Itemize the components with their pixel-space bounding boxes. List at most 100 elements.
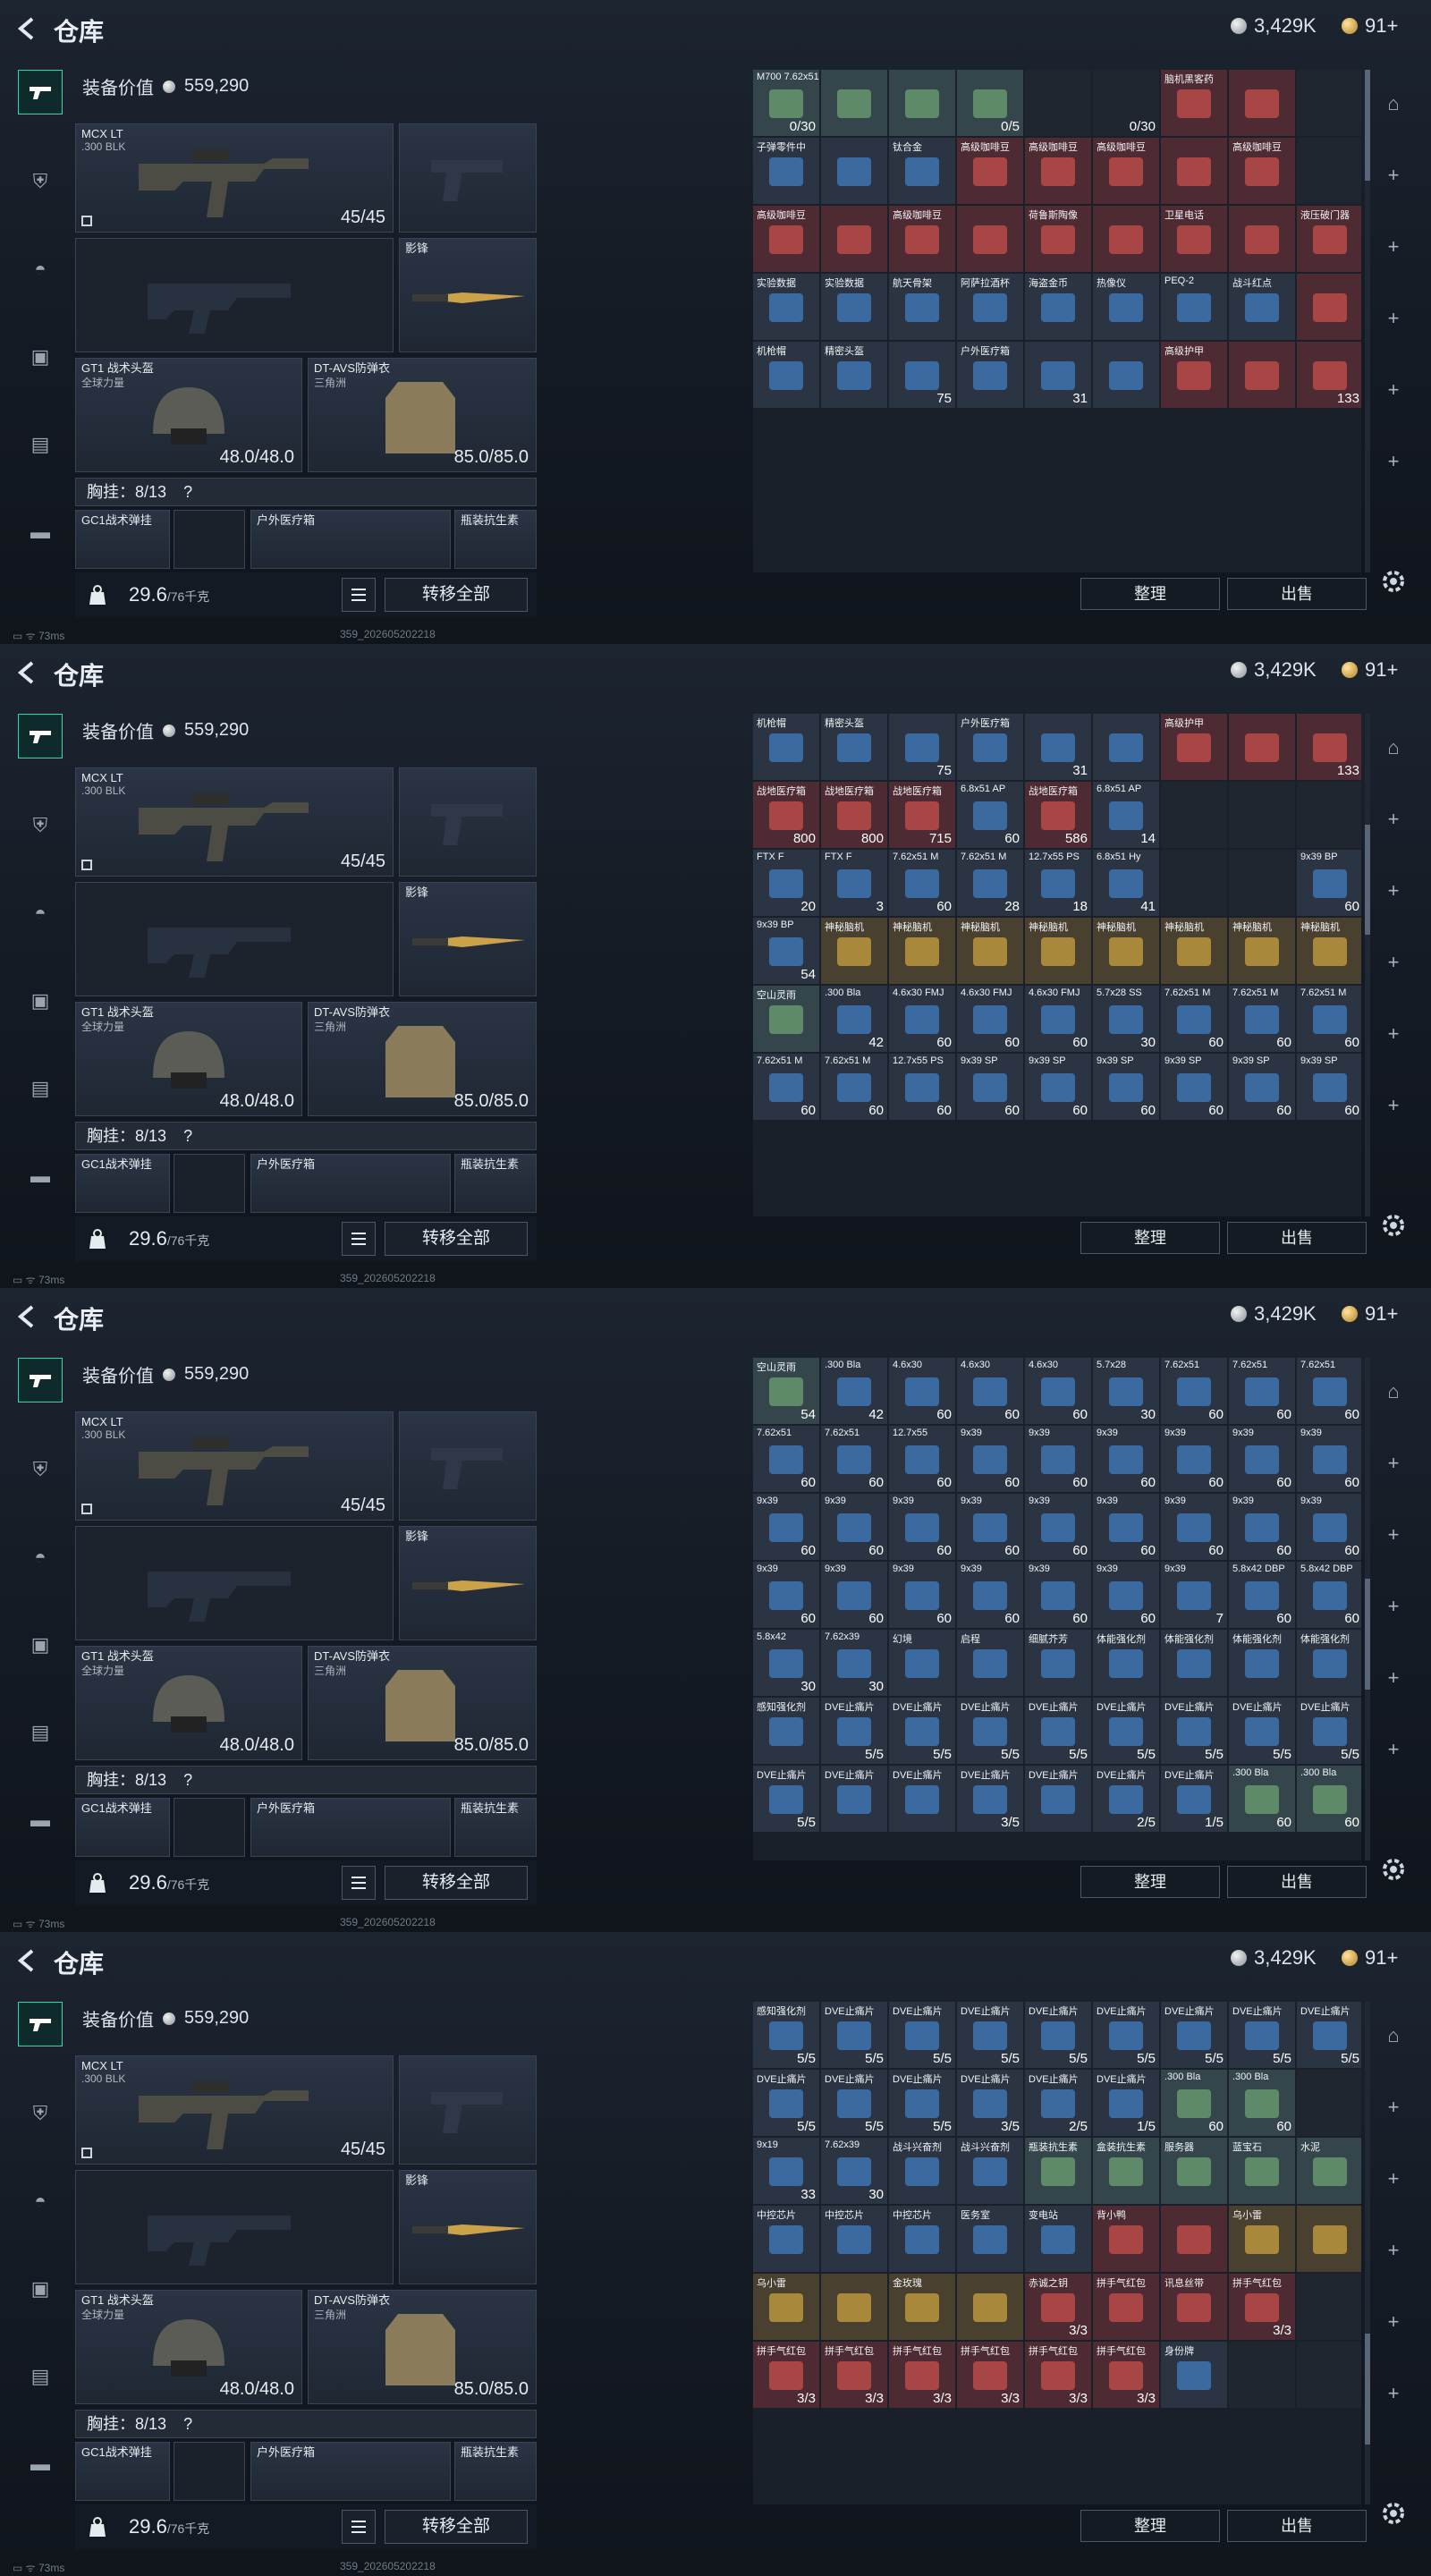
inventory-item[interactable]: 拼手气红包 3/3 bbox=[1025, 2342, 1091, 2408]
back-arrow-icon[interactable] bbox=[13, 1946, 41, 1975]
inventory-item[interactable]: 9x39 SP 60 bbox=[957, 1054, 1023, 1120]
inventory-item[interactable] bbox=[1229, 850, 1295, 916]
help-icon[interactable]: ? bbox=[183, 1771, 192, 1789]
tab-backpack[interactable]: ▣ bbox=[18, 2267, 63, 2311]
inventory-item[interactable]: 空山灵雨 bbox=[753, 986, 819, 1052]
transfer-all-button[interactable]: 转移全部 bbox=[385, 2510, 528, 2544]
inventory-item[interactable]: 瓶装抗生素 bbox=[1025, 2138, 1091, 2204]
rig-slot-3[interactable]: 瓶装抗生素 bbox=[454, 1154, 537, 1213]
inventory-item[interactable]: 9x39 60 bbox=[1093, 1426, 1159, 1492]
warehouse-grid[interactable]: 感知强化剂 5/5 DVE止痛片 5/5 DVE止痛片 5/5 DVE止痛片 5/5 DVE止痛… bbox=[753, 2002, 1361, 2504]
inventory-item[interactable]: 7.62x51 M 28 bbox=[957, 850, 1023, 916]
inventory-item[interactable]: 神秘脑机 bbox=[889, 918, 955, 984]
inventory-item[interactable]: DVE止痛片 5/5 bbox=[1297, 1698, 1361, 1764]
inventory-item[interactable]: 拼手气红包 3/3 bbox=[957, 2342, 1023, 2408]
sort-button[interactable]: 整理 bbox=[1080, 578, 1220, 610]
inventory-item[interactable]: .300 Bla 42 bbox=[821, 1358, 887, 1424]
melee-slot[interactable]: 影锋 bbox=[399, 1526, 537, 1640]
inventory-item[interactable] bbox=[1161, 782, 1227, 848]
sort-button[interactable]: 整理 bbox=[1080, 1866, 1220, 1898]
inventory-item[interactable]: 75 bbox=[889, 342, 955, 408]
inventory-item[interactable]: DVE止痛片 2/5 bbox=[1093, 1766, 1159, 1832]
inventory-item[interactable]: 中控芯片 bbox=[753, 2206, 819, 2272]
inventory-item[interactable] bbox=[1093, 206, 1159, 272]
inventory-item[interactable]: 9x39 60 bbox=[1297, 1494, 1361, 1560]
inventory-item[interactable]: 高级护甲 bbox=[1161, 714, 1227, 780]
rig-slot-1[interactable]: GC1战术弹挂 bbox=[75, 2442, 170, 2501]
inventory-item[interactable]: 9x39 60 bbox=[1297, 1426, 1361, 1492]
warehouse-tab-icon[interactable]: ⌂ bbox=[1376, 1374, 1411, 1410]
rig-slot-2[interactable]: 户外医疗箱 bbox=[250, 1798, 451, 1857]
inventory-item[interactable]: 5.8x42 30 bbox=[753, 1630, 819, 1696]
sidearm-slot[interactable] bbox=[399, 123, 537, 233]
scroll-thumb[interactable] bbox=[1365, 824, 1370, 936]
chest-rig-header[interactable]: 胸挂：8/13 ? bbox=[75, 2410, 537, 2438]
inventory-item[interactable]: 机枪帽 bbox=[753, 714, 819, 780]
inventory-item[interactable]: 7.62x51 M 60 bbox=[1297, 986, 1361, 1052]
inventory-item[interactable]: DVE止痛片 5/5 bbox=[821, 1698, 887, 1764]
inventory-item[interactable]: .300 Bla 60 bbox=[1297, 1766, 1361, 1832]
inventory-item[interactable]: .300 Bla 60 bbox=[1229, 2070, 1295, 2136]
help-icon[interactable]: ? bbox=[183, 1127, 192, 1145]
add-tab-icon[interactable]: + bbox=[1376, 1589, 1411, 1624]
inventory-item[interactable]: .300 Bla 60 bbox=[1161, 2070, 1227, 2136]
inventory-item[interactable]: 133 bbox=[1297, 342, 1361, 408]
inventory-item[interactable]: 乌小雷 bbox=[753, 2274, 819, 2340]
list-view-button[interactable] bbox=[342, 1866, 376, 1900]
list-view-button[interactable] bbox=[342, 2510, 376, 2544]
chest-rig-header[interactable]: 胸挂：8/13 ? bbox=[75, 478, 537, 506]
inventory-item[interactable]: 体能强化剂 bbox=[1161, 1630, 1227, 1696]
inventory-item[interactable]: 0/5 bbox=[957, 70, 1023, 136]
add-tab-icon[interactable]: + bbox=[1376, 229, 1411, 265]
tab-armor[interactable]: ⛨ bbox=[18, 803, 63, 848]
secondary-weapon-slot[interactable] bbox=[75, 882, 394, 996]
inventory-item[interactable]: 户外医疗箱 bbox=[957, 342, 1023, 408]
inventory-item[interactable]: 5.7x28 30 bbox=[1093, 1358, 1159, 1424]
inventory-item[interactable]: DVE止痛片 3/5 bbox=[957, 1766, 1023, 1832]
rig-slot-2[interactable]: 户外医疗箱 bbox=[250, 1154, 451, 1213]
sell-button[interactable]: 出售 bbox=[1227, 2510, 1367, 2542]
inventory-item[interactable]: 实验数据 bbox=[753, 274, 819, 340]
add-tab-icon[interactable]: + bbox=[1376, 157, 1411, 193]
tab-backpack[interactable]: ▣ bbox=[18, 335, 63, 379]
inventory-item[interactable] bbox=[957, 2274, 1023, 2340]
inventory-item[interactable]: 脑机黑客药 bbox=[1161, 70, 1227, 136]
inventory-item[interactable] bbox=[1297, 2274, 1361, 2340]
inventory-item[interactable]: 航天骨架 bbox=[889, 274, 955, 340]
inventory-item[interactable]: 细腻芥芳 bbox=[1025, 1630, 1091, 1696]
inventory-item[interactable] bbox=[1229, 70, 1295, 136]
inventory-item[interactable]: 拼手气红包 3/3 bbox=[889, 2342, 955, 2408]
help-icon[interactable]: ? bbox=[183, 2415, 192, 2433]
rig-slot-empty[interactable] bbox=[174, 1154, 245, 1213]
back-arrow-icon[interactable] bbox=[13, 658, 41, 687]
inventory-item[interactable] bbox=[1297, 70, 1361, 136]
inventory-item[interactable]: 5.8x42 DBP 60 bbox=[1229, 1562, 1295, 1628]
melee-slot[interactable]: 影锋 bbox=[399, 2170, 537, 2284]
inventory-item[interactable]: 神秘脑机 bbox=[1093, 918, 1159, 984]
inventory-item[interactable]: 热像仪 bbox=[1093, 274, 1159, 340]
helmet-slot[interactable]: GT1 战术头盔 全球力量 48.0/48.0 bbox=[75, 358, 302, 472]
rig-slot-3[interactable]: 瓶装抗生素 bbox=[454, 510, 537, 569]
inventory-item[interactable]: 高级咖啡豆 bbox=[1025, 138, 1091, 204]
inventory-item[interactable]: 身份牌 bbox=[1161, 2342, 1227, 2408]
tab-helmet[interactable]: ◓ bbox=[18, 1535, 63, 1580]
tab-weapons[interactable] bbox=[18, 70, 63, 114]
inventory-item[interactable]: 9x39 60 bbox=[1025, 1562, 1091, 1628]
rig-slot-empty[interactable] bbox=[174, 1798, 245, 1857]
inventory-item[interactable] bbox=[1297, 2342, 1361, 2408]
body-armor-slot[interactable]: DT-AVS防弹衣 三角洲 85.0/85.0 bbox=[308, 1646, 537, 1760]
tab-rig[interactable]: ▤ bbox=[18, 1710, 63, 1755]
tab-case[interactable]: ▬ bbox=[18, 2442, 63, 2487]
secondary-weapon-slot[interactable] bbox=[75, 2170, 394, 2284]
add-tab-icon[interactable]: + bbox=[1376, 2089, 1411, 2125]
inventory-item[interactable]: DVE止痛片 bbox=[1025, 1766, 1091, 1832]
inventory-item[interactable]: 4.6x30 60 bbox=[1025, 1358, 1091, 1424]
list-view-button[interactable] bbox=[342, 578, 376, 612]
inventory-item[interactable]: 钛合金 bbox=[889, 138, 955, 204]
sort-button[interactable]: 整理 bbox=[1080, 2510, 1220, 2542]
tab-rig[interactable]: ▤ bbox=[18, 2354, 63, 2399]
tab-rig[interactable]: ▤ bbox=[18, 1066, 63, 1111]
inventory-item[interactable]: 7.62x51 M 60 bbox=[753, 1054, 819, 1120]
inventory-item[interactable]: FTX F 3 bbox=[821, 850, 887, 916]
inventory-item[interactable] bbox=[821, 138, 887, 204]
